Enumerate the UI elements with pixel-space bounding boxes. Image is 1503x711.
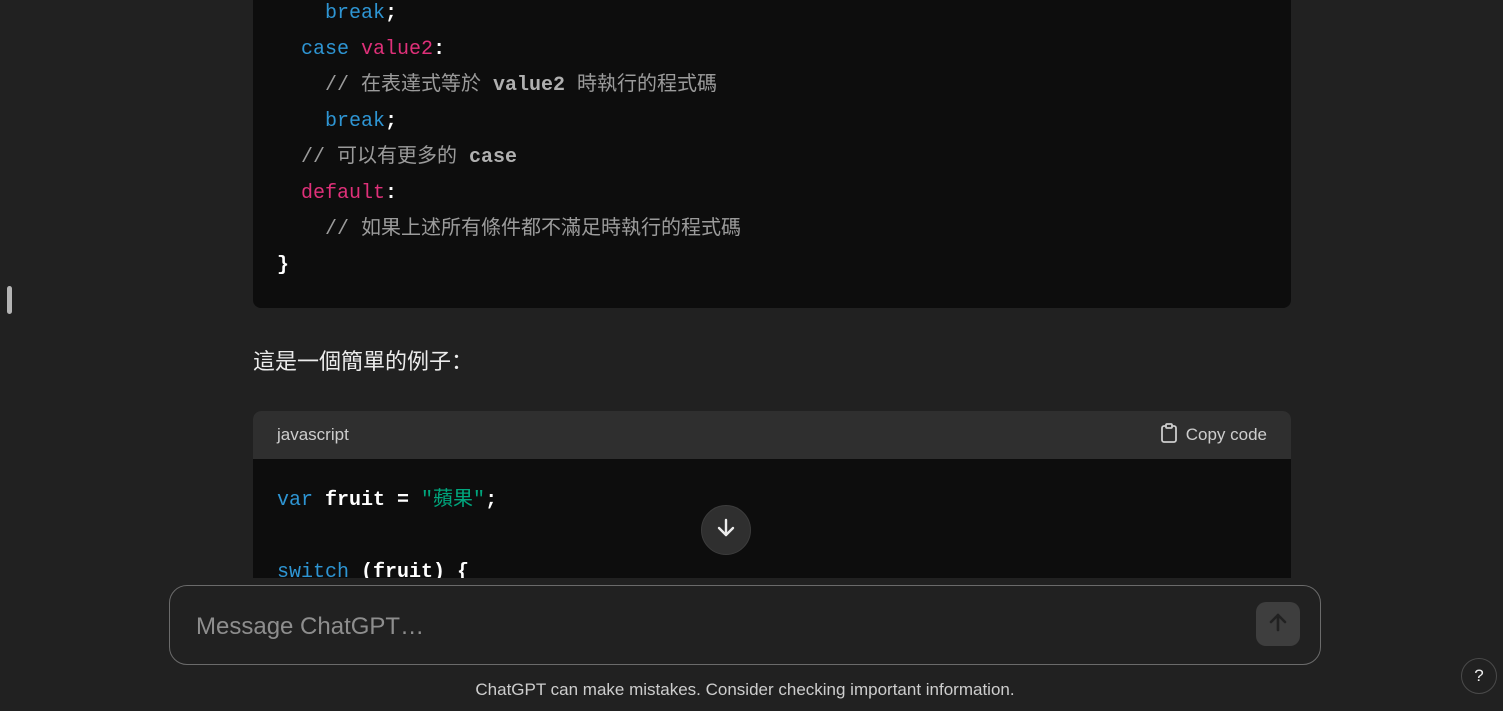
code-token: "蘋果" (421, 489, 486, 512)
clipboard-icon (1160, 422, 1178, 448)
code-token: case (301, 38, 350, 61)
code-token: default (301, 182, 386, 205)
code-token: } (277, 254, 290, 277)
code-token: value2 (361, 38, 434, 61)
code-line: break; (277, 0, 397, 28)
arrow-down-icon (715, 517, 737, 544)
code-token: ; (385, 110, 398, 133)
code-language-label: javascript (277, 425, 349, 444)
send-button[interactable] (1256, 602, 1300, 646)
help-button[interactable]: ? (1461, 658, 1497, 694)
code-line: break; (277, 108, 397, 136)
code-token: var (277, 489, 314, 512)
code-line: case value2: (277, 36, 445, 64)
code-token: break (325, 110, 386, 133)
code-line: // 在表達式等於 value2 時執行的程式碼 (277, 72, 717, 100)
sidebar-toggle-handle[interactable] (7, 286, 12, 314)
code-token: : (385, 182, 398, 205)
message-composer (169, 585, 1321, 665)
code-line: } (277, 252, 289, 280)
code-line: var fruit = "蘋果"; (277, 487, 497, 515)
scroll-to-bottom-button[interactable] (701, 505, 751, 555)
chat-page: break; case value2: // 在表達式等於 value2 時執行… (0, 0, 1503, 711)
code-token: 時執行的程式碼 (565, 74, 718, 97)
code-block-top: break; case value2: // 在表達式等於 value2 時執行… (253, 0, 1291, 308)
code-line: // 如果上述所有條件都不滿足時執行的程式碼 (277, 216, 741, 244)
arrow-up-icon (1267, 611, 1289, 638)
code-header: javascript Copy code (253, 411, 1291, 459)
code-token: // 在表達式等於 (325, 74, 494, 97)
code-token: case (469, 146, 518, 169)
code-line: // 可以有更多的 case (277, 144, 517, 172)
copy-code-button[interactable]: Copy code (1160, 422, 1267, 448)
code-token: ; (485, 489, 498, 512)
code-token: // 可以有更多的 (301, 146, 470, 169)
message-input[interactable] (194, 608, 1238, 646)
code-token: fruit = (313, 489, 422, 512)
code-line: default: (277, 180, 397, 208)
code-token: break (325, 2, 386, 25)
code-token: ; (385, 2, 398, 25)
copy-code-label: Copy code (1185, 425, 1267, 444)
disclaimer-text: ChatGPT can make mistakes. Consider chec… (475, 680, 1015, 699)
code-token: // 如果上述所有條件都不滿足時執行的程式碼 (325, 218, 742, 241)
response-paragraph: 這是一個簡單的例子： (253, 350, 474, 375)
code-token: : (433, 38, 446, 61)
code-token: value2 (493, 74, 566, 97)
